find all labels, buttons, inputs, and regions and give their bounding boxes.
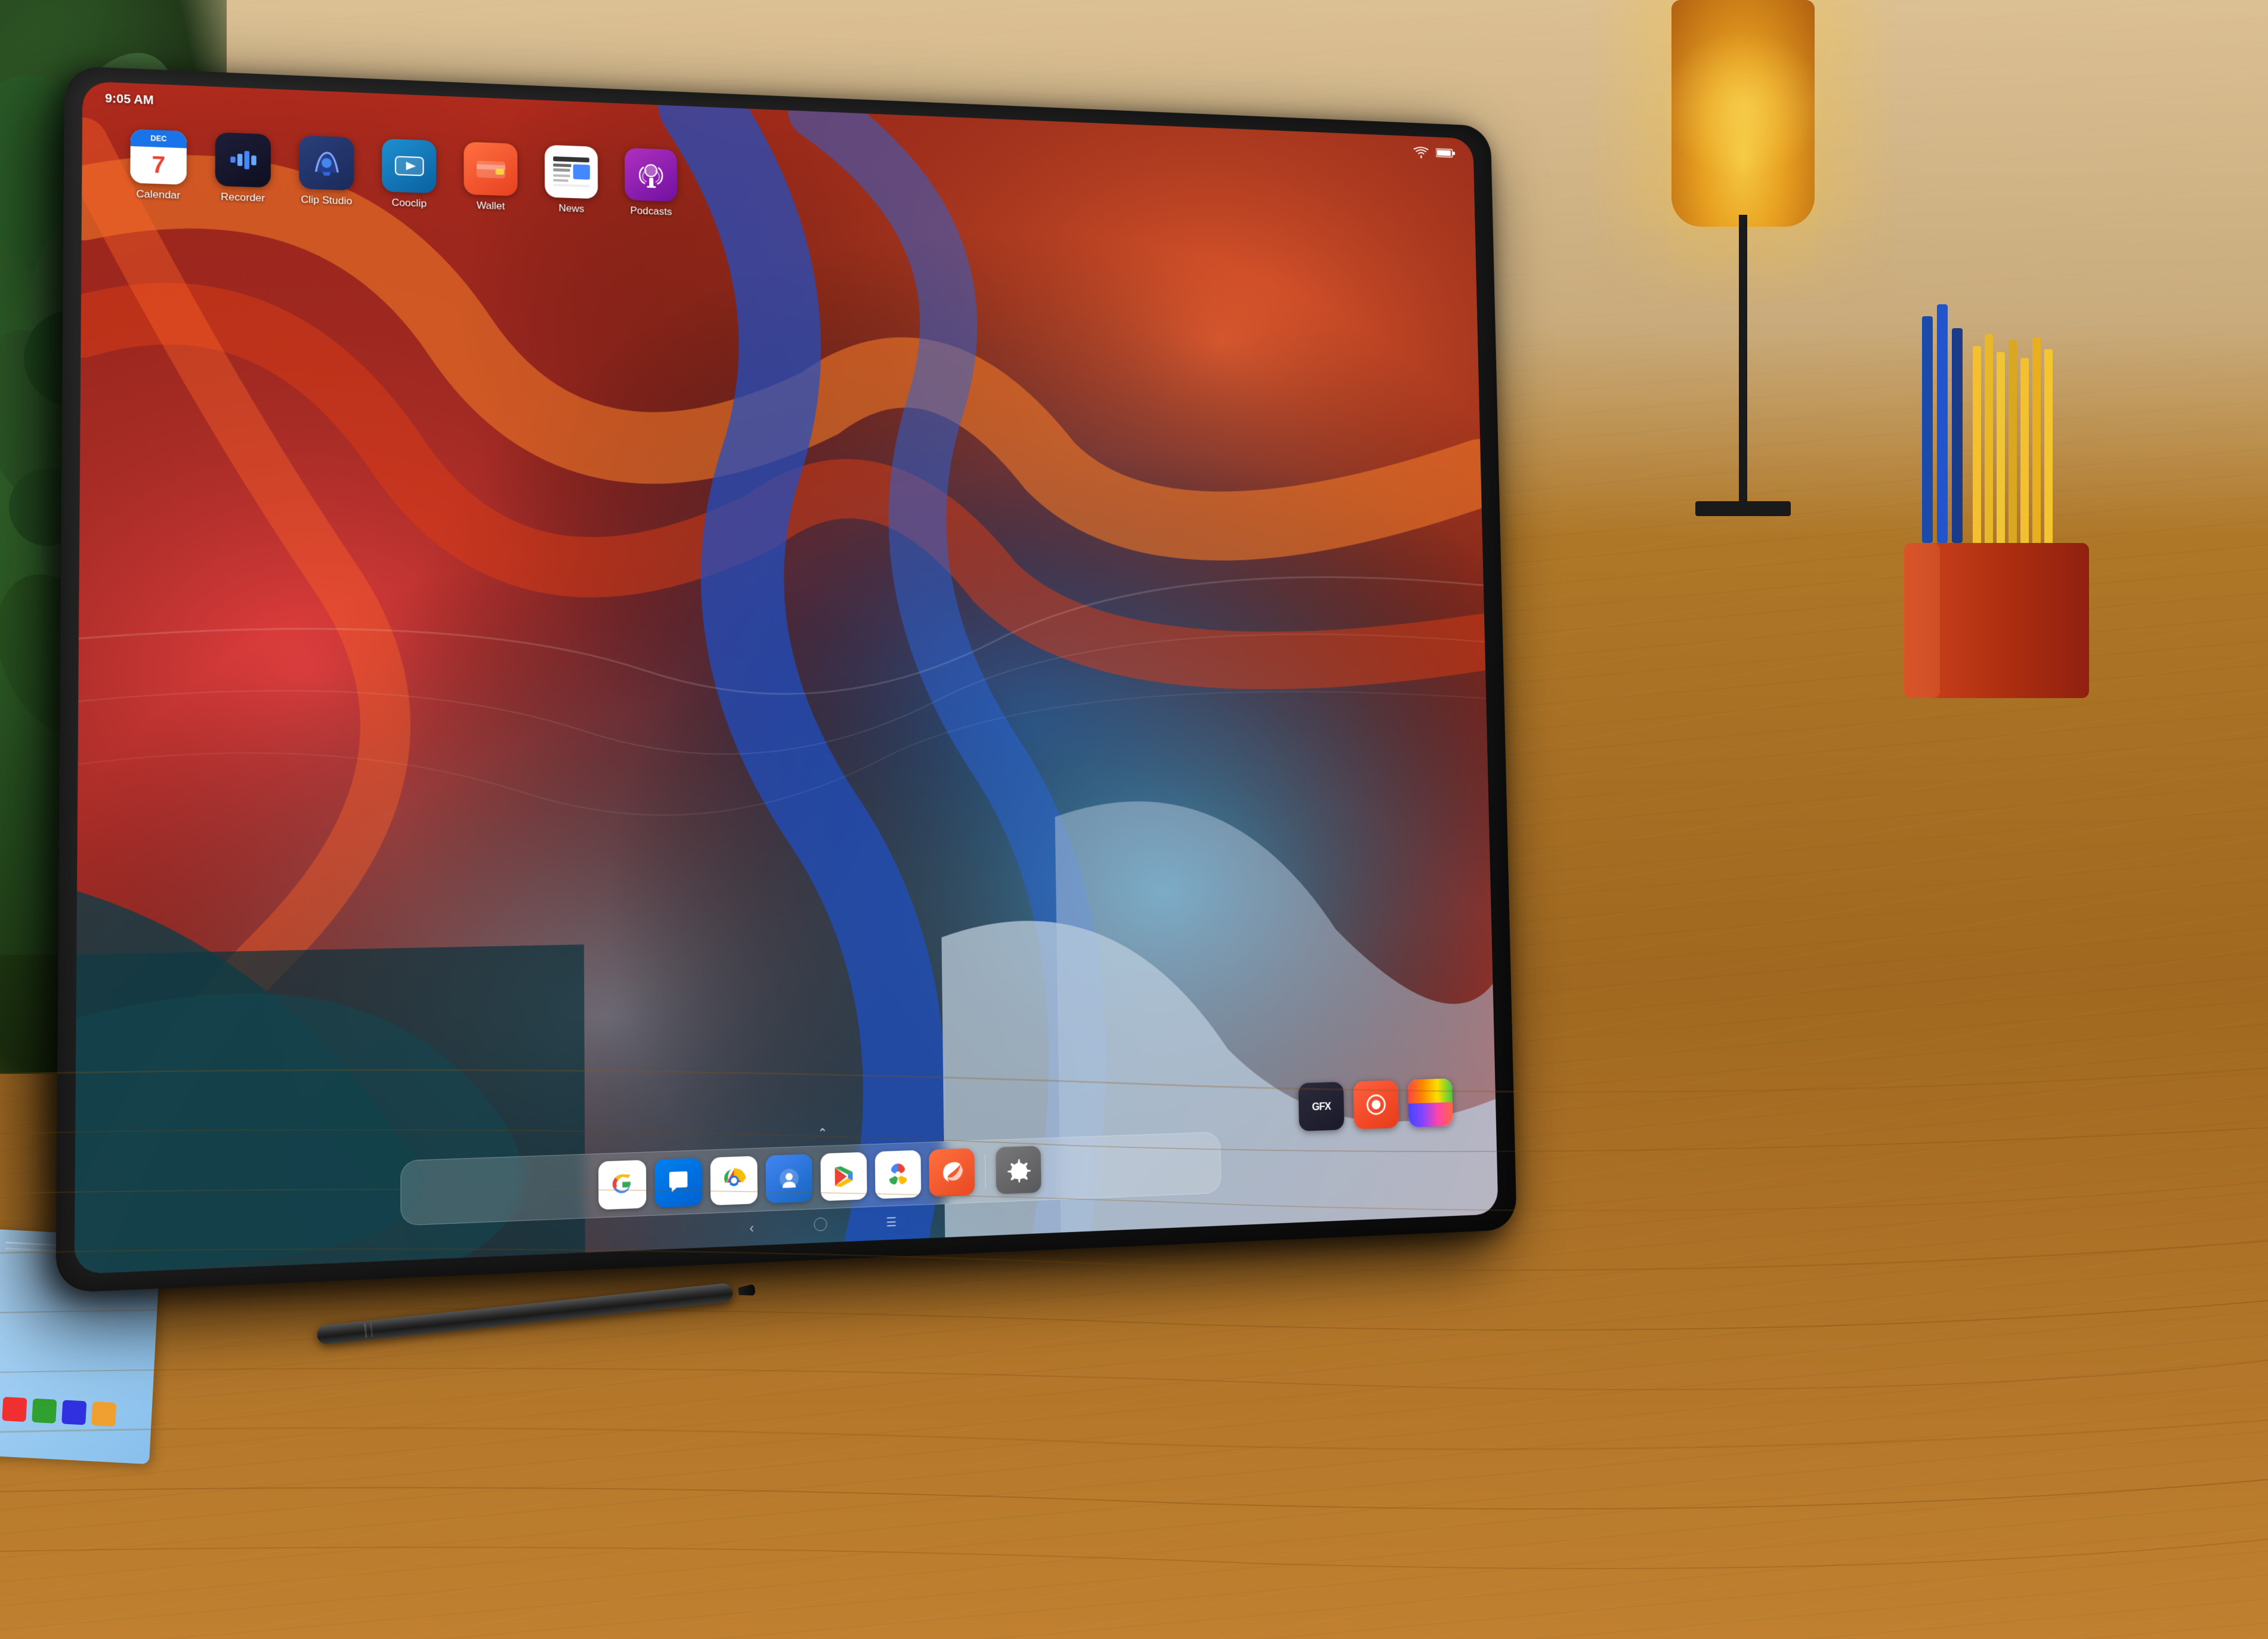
- pen-holder-svg: [1886, 286, 2125, 704]
- dock-app-playstore[interactable]: [820, 1152, 867, 1201]
- wifi-icon: [1414, 146, 1429, 159]
- app-camera-style[interactable]: [1353, 1080, 1399, 1129]
- dock-app-swift[interactable]: [929, 1148, 975, 1197]
- dock-app-chrome[interactable]: [710, 1156, 757, 1205]
- app-cooclip[interactable]: Cooclip: [382, 138, 436, 210]
- lamp-base: [1695, 501, 1791, 516]
- wallpaper: [75, 81, 1498, 1274]
- app-calendar[interactable]: DEC 7 Calendar: [130, 129, 187, 202]
- nav-back-button[interactable]: ‹: [749, 1220, 754, 1236]
- dock-app-messages[interactable]: [654, 1158, 702, 1208]
- app-recorder[interactable]: Recorder: [215, 132, 271, 205]
- tablet-screen: 9:05 AM: [75, 81, 1498, 1274]
- nav-home-button[interactable]: [814, 1217, 827, 1231]
- app-wallet[interactable]: Wallet: [464, 141, 517, 212]
- dock-app-assistant[interactable]: [765, 1154, 812, 1203]
- status-icons: [1414, 146, 1456, 159]
- dock-app-google[interactable]: [598, 1160, 646, 1210]
- stylus-body: [316, 1283, 734, 1345]
- app-palette[interactable]: [1408, 1078, 1453, 1127]
- dock-app-settings[interactable]: [996, 1146, 1041, 1194]
- lamp-pole: [1739, 215, 1747, 513]
- tablet-shell: 9:05 AM: [55, 66, 1517, 1293]
- dock-app-photos[interactable]: [875, 1150, 921, 1199]
- app-podcasts[interactable]: Podcasts: [625, 148, 678, 218]
- status-time: 9:05 AM: [105, 92, 154, 108]
- app-grid-right: GFX: [1298, 1078, 1453, 1131]
- stylus-tip: [738, 1284, 756, 1298]
- dock-separator: [984, 1154, 985, 1189]
- battery-icon: [1436, 147, 1455, 158]
- stylus: [316, 1276, 746, 1353]
- tablet-bezel: 9:05 AM: [75, 81, 1498, 1274]
- tablet-device: 9:05 AM: [89, 89, 1700, 1342]
- nav-recents-button[interactable]: ☰: [886, 1215, 897, 1231]
- app-clip-studio[interactable]: Clip Studio: [299, 135, 354, 208]
- app-news[interactable]: News: [545, 145, 598, 216]
- app-gfx[interactable]: GFX: [1298, 1082, 1344, 1131]
